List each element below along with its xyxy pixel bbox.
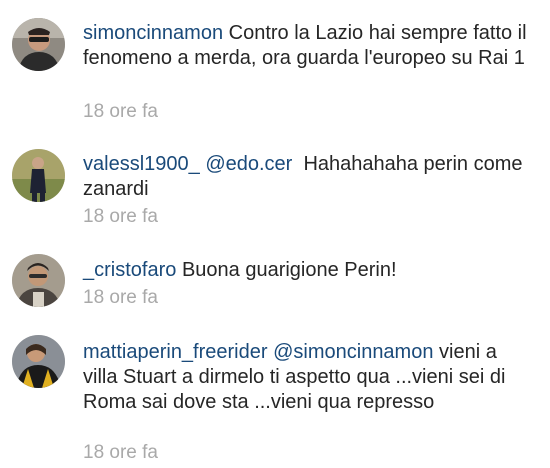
profile-photo-icon [12,335,65,388]
comment-username[interactable]: mattiaperin_freerider [83,341,268,363]
profile-photo-icon [12,149,65,202]
profile-photo-icon [12,254,65,307]
comment-timestamp: 18 ore fa [83,442,158,463]
avatar[interactable] [12,335,65,388]
comment-timestamp: 18 ore fa [83,206,158,227]
avatar[interactable] [12,254,65,307]
comment-body: simoncinnamon Contro la Lazio hai sempre… [83,21,533,71]
comment-username[interactable]: simoncinnamon [83,22,223,44]
comment-timestamp: 18 ore fa [83,287,158,308]
comment-body: valessl1900_ @edo.cer Hahahahaha perin c… [83,152,533,202]
comment-timestamp: 18 ore fa [83,101,158,122]
comment-username[interactable]: valessl1900_ [83,153,200,175]
avatar[interactable] [12,18,65,71]
comment-body: _cristofaro Buona guarigione Perin! [83,258,533,283]
comment-text: Buona guarigione Perin! [181,259,397,281]
comment-mention[interactable]: @simoncinnamon [273,341,433,363]
comment-username[interactable]: _cristofaro [83,259,176,281]
comment-mention[interactable]: @edo.cer [205,153,292,175]
avatar[interactable] [12,149,65,202]
profile-photo-icon [12,18,65,71]
comment-body: mattiaperin_freerider @simoncinnamon vie… [83,340,533,415]
